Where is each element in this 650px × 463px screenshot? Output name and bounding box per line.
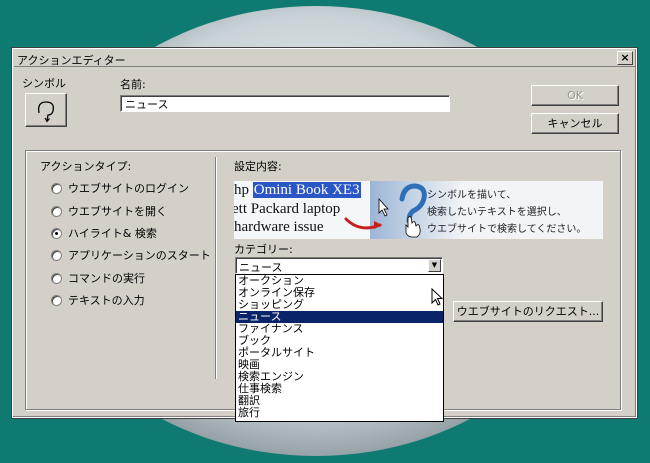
radio-label: ウエブサイトを開く <box>68 205 167 218</box>
ok-button[interactable]: OK <box>531 85 619 106</box>
category-label: カテゴリー: <box>234 243 293 256</box>
radio-circle <box>51 205 62 217</box>
category-option[interactable]: 翻訳 <box>236 395 443 407</box>
category-option[interactable]: 仕事検索 <box>236 383 443 395</box>
preview-line-1-prefix: hp <box>234 182 253 198</box>
category-selected-value: ニュース <box>239 261 283 274</box>
request-website-button[interactable]: ウエブサイトのリクエスト... <box>453 301 603 322</box>
settings-preview: hp Omini Book XE3 ett Packard laptop har… <box>234 181 603 239</box>
category-option[interactable]: 旅行 <box>236 407 443 419</box>
radio-text-input[interactable]: テキストの入力 <box>51 292 145 308</box>
radio-label: アプリケーションのスタート <box>68 249 211 262</box>
category-option[interactable]: ポータルサイト <box>236 347 443 359</box>
preview-line-3: hardware issue <box>234 219 324 235</box>
radio-start-application[interactable]: アプリケーションのスタート <box>51 247 211 263</box>
radio-circle <box>51 249 62 261</box>
radio-run-command[interactable]: コマンドの実行 <box>51 270 145 286</box>
radio-label: テキストの入力 <box>68 294 145 307</box>
mouse-pointer-icon <box>431 288 444 306</box>
action-type-label: アクションタイプ: <box>40 160 132 173</box>
symbol-label: シンボル <box>22 77 66 90</box>
radio-label: コマンドの実行 <box>68 272 145 285</box>
close-button[interactable]: × <box>617 51 633 65</box>
preview-message-2: 検索したいテキストを選択し、 <box>427 207 567 218</box>
name-input[interactable] <box>120 95 450 112</box>
radio-circle <box>51 227 62 239</box>
preview-message-3: ウエブサイトで検索してください。 <box>427 224 587 235</box>
preview-line-2: ett Packard laptop <box>234 201 341 217</box>
radio-label: ハイライト& 検索 <box>68 227 157 240</box>
radio-label: ウエブサイトのログイン <box>68 182 189 195</box>
preview-message-1: シンボルを描いて、 <box>427 190 517 201</box>
radio-website-login[interactable]: ウエブサイトのログイン <box>51 180 189 196</box>
symbol-button[interactable] <box>25 93 67 127</box>
question-gesture-icon <box>344 183 427 238</box>
gesture-symbol-icon <box>38 101 54 123</box>
category-dropdown-list: オークション オンライン保存 ショッピング ニュース ファイナンス ブック ポー… <box>235 274 444 422</box>
radio-circle <box>51 182 62 194</box>
chevron-down-icon[interactable]: ▼ <box>428 259 441 272</box>
title-bar: アクションエディター × <box>14 50 635 67</box>
action-editor-dialog: アクションエディター × シンボル 名前: OK キャンセル アクションタイプ:… <box>11 47 638 422</box>
name-label: 名前: <box>120 78 146 91</box>
category-select[interactable]: ニュース ▼ <box>235 257 443 274</box>
settings-label: 設定内容: <box>234 160 282 173</box>
radio-circle <box>51 272 62 284</box>
radio-highlight-search[interactable]: ハイライト& 検索 <box>51 225 157 241</box>
radio-open-website[interactable]: ウエブサイトを開く <box>51 203 167 219</box>
cancel-button[interactable]: キャンセル <box>531 113 619 134</box>
window-title: アクションエディター <box>17 54 126 67</box>
radio-circle <box>51 294 62 306</box>
group-separator <box>215 157 216 379</box>
